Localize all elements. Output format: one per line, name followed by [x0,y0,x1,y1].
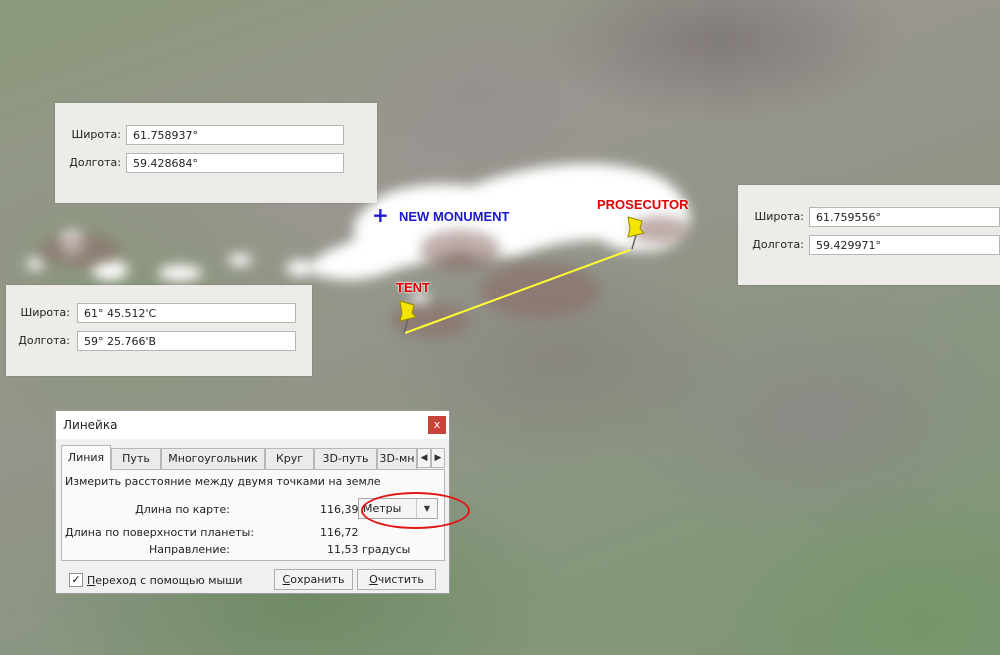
units-select-value: Метры [363,502,402,515]
dialog-title: Линейка [63,418,118,432]
coordinates-panel-top: Широта: 61.758937° Долгота: 59.428684° [55,103,377,203]
dialog-titlebar[interactable]: Линейка x [56,411,449,439]
prosecutor-label[interactable]: PROSECUTOR [597,197,689,212]
direction-label: Направление: [148,543,230,556]
mouse-navigation-checkbox[interactable]: ✓ [69,573,83,587]
close-icon[interactable]: x [428,416,446,434]
units-select[interactable]: Метры ▼ [358,498,438,519]
surface-length-value: 116,72 [320,526,359,539]
latitude-label: Широта: [71,128,121,141]
plus-icon[interactable]: + [372,205,389,225]
clear-button[interactable]: Очистить [357,569,436,590]
surface-length-label: Длина по поверхности планеты: [65,526,255,539]
longitude-label: Долгота: [69,156,121,169]
coordinates-panel-right: Широта: 61.759556° Долгота: 59.429971° [738,185,1000,285]
latitude-label: Широта: [754,210,804,223]
tab-circle[interactable]: Круг [265,448,314,469]
longitude-label: Долгота: [18,334,70,347]
latitude-field[interactable]: 61° 45.512'С [77,303,296,323]
latitude-field[interactable]: 61.759556° [809,207,1000,227]
tab-3d-polygon[interactable]: 3D-мн [377,448,417,469]
latitude-row: Широта: [738,207,804,227]
longitude-row: Долгота: [55,153,121,173]
latitude-row: Широта: [55,125,121,145]
description-text: Измерить расстояние между двумя точками … [65,475,381,488]
direction-value: 11,53 градусы [327,543,411,556]
latitude-field[interactable]: 61.758937° [126,125,344,145]
mouse-navigation-label[interactable]: Переход с помощью мыши [87,574,242,587]
longitude-row: Долгота: [738,235,804,255]
tab-line[interactable]: Линия [61,445,111,470]
save-button[interactable]: Сохранить [274,569,353,590]
longitude-label: Долгота: [752,238,804,251]
tab-scroll-left-icon[interactable]: ◀ [417,448,431,468]
longitude-field[interactable]: 59° 25.766'В [77,331,296,351]
longitude-field[interactable]: 59.429971° [809,235,1000,255]
latitude-row: Широта: [6,303,70,323]
latitude-label: Широта: [20,306,70,319]
tab-scroll-right-icon[interactable]: ▶ [431,448,445,468]
tab-bar: Линия Путь Многоугольник Круг 3D-путь 3D… [61,445,445,470]
tent-label[interactable]: TENT [396,280,430,295]
chevron-down-icon[interactable]: ▼ [416,499,437,518]
tab-polygon[interactable]: Многоугольник [161,448,265,469]
ruler-dialog: Линейка x Линия Путь Многоугольник Круг … [55,410,470,594]
coordinates-panel-left: Широта: 61° 45.512'С Долгота: 59° 25.766… [6,285,312,376]
map-length-value: 116,39 [320,503,359,516]
tab-3d-path[interactable]: 3D-путь [314,448,377,469]
map-length-label: Длина по карте: [135,503,230,516]
new-monument-label[interactable]: NEW MONUMENT [399,209,510,224]
tab-path[interactable]: Путь [111,448,161,469]
longitude-field[interactable]: 59.428684° [126,153,344,173]
longitude-row: Долгота: [6,331,70,351]
